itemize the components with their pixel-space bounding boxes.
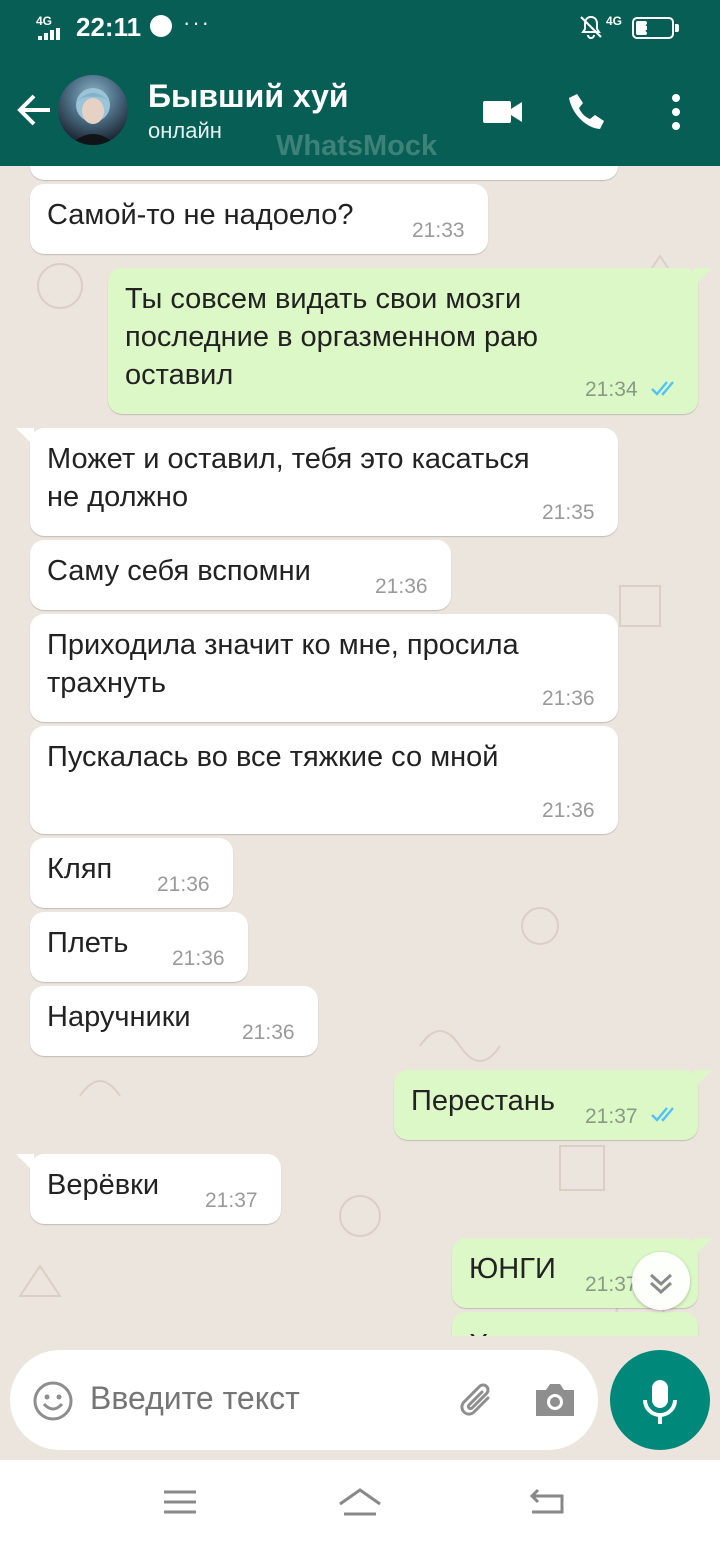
message-bubble-incoming[interactable]: Самой-то не надоело? 21:33 <box>30 184 488 254</box>
chat-bottom-fade <box>0 1336 720 1350</box>
status-bar: 4G 22:11 ··· 4G 31 <box>0 0 720 56</box>
scroll-to-bottom-button[interactable] <box>632 1252 690 1310</box>
system-navigation-bar <box>0 1460 720 1544</box>
message-bubble-incoming[interactable]: Саму себя вспомни 21:36 <box>30 540 451 610</box>
message-time: 21:37 <box>205 1189 258 1212</box>
message-text: Пускалась во все тяжкие со мной <box>47 741 499 773</box>
message-time: 21:33 <box>412 219 465 242</box>
message-input[interactable] <box>90 1380 430 1417</box>
back-nav-icon[interactable] <box>528 1482 568 1522</box>
signal-icon <box>38 28 68 40</box>
message-text: Верёвки <box>47 1169 160 1201</box>
contact-avatar[interactable] <box>58 75 128 145</box>
leaf-icon <box>150 15 172 37</box>
status-time: 22:11 <box>76 12 142 42</box>
contact-name[interactable]: Бывший хуй <box>148 78 349 115</box>
message-text: Перестань <box>411 1085 555 1117</box>
network-type-left: 4G <box>36 14 53 28</box>
message-time: 21:36 <box>172 947 225 970</box>
voice-call-icon[interactable] <box>564 88 612 136</box>
message-time: 21:37 <box>585 1273 638 1296</box>
recent-apps-icon[interactable] <box>160 1482 200 1522</box>
battery-percent: 31 <box>645 20 661 36</box>
message-bubble-outgoing[interactable]: Перестань 21:37 <box>394 1070 712 1140</box>
attach-paperclip-icon[interactable] <box>454 1376 502 1424</box>
message-time: 21:36 <box>542 799 595 822</box>
message-time: 21:36 <box>542 687 595 710</box>
message-text: Может и оставил, тебя это касаться не до… <box>47 443 530 513</box>
message-time: 21:35 <box>542 501 595 524</box>
network-type-right: 4G <box>606 14 623 28</box>
read-ticks-icon <box>651 1107 674 1122</box>
chat-header: Бывший хуй онлайн WhatsMock <box>0 56 720 166</box>
voice-record-button[interactable] <box>610 1350 710 1450</box>
message-bubble-incoming[interactable]: Верёвки 21:37 <box>16 1154 281 1224</box>
message-time: 21:34 <box>585 378 638 401</box>
message-time: 21:36 <box>375 575 428 598</box>
video-call-icon[interactable] <box>480 88 528 136</box>
message-bubble-incoming[interactable]: Пускалась во все тяжкие со мной 21:36 <box>30 726 618 834</box>
message-bubble-outgoing[interactable]: Ты совсем видать свои мозги последние в … <box>108 268 712 414</box>
battery-icon: 31 <box>632 17 679 39</box>
message-bubble-incoming[interactable]: Кляп 21:36 <box>30 838 233 908</box>
message-bubble-incoming[interactable]: Приходила значит ко мне, просила трахнут… <box>30 614 618 722</box>
home-icon[interactable] <box>336 1482 384 1522</box>
camera-icon[interactable] <box>532 1378 578 1420</box>
message-time: 21:36 <box>157 873 210 896</box>
message-bubble-incoming[interactable]: Может и оставил, тебя это касаться не до… <box>16 428 618 536</box>
message-text: Ты совсем видать свои мозги последние в … <box>125 283 539 391</box>
emoji-icon[interactable] <box>32 1380 74 1422</box>
message-input-bar <box>10 1350 598 1450</box>
message-text: Саму себя вспомни <box>47 555 311 587</box>
message-text: Наручники <box>47 1001 191 1033</box>
message-text: Приходила значит ко мне, просила трахнут… <box>47 629 519 699</box>
message-text: ЮНГИ <box>469 1253 556 1285</box>
message-text: Кляп <box>47 853 113 885</box>
chevron-double-down-icon <box>649 1273 673 1295</box>
microphone-icon <box>643 1380 677 1424</box>
message-text: Плеть <box>47 927 129 959</box>
message-text: Самой-то не надоело? <box>47 199 354 231</box>
mute-bell-icon <box>580 15 602 39</box>
chat-area[interactable]: Самой-то не надоело? 21:33 Ты совсем вид… <box>0 166 720 1346</box>
contact-status: онлайн <box>148 118 222 143</box>
message-bubble-incoming[interactable]: Плеть 21:36 <box>30 912 248 982</box>
message-bubble-incoming[interactable]: Наручники 21:36 <box>30 986 318 1056</box>
message-bubble-partial <box>30 166 618 180</box>
more-vertical-icon[interactable] <box>652 88 700 136</box>
message-time: 21:37 <box>585 1105 638 1128</box>
back-arrow-icon[interactable] <box>14 90 54 130</box>
watermark: WhatsMock <box>276 130 438 162</box>
read-ticks-icon <box>651 381 674 396</box>
more-notifications-icon: ··· <box>183 10 211 35</box>
message-time: 21:36 <box>242 1021 295 1044</box>
